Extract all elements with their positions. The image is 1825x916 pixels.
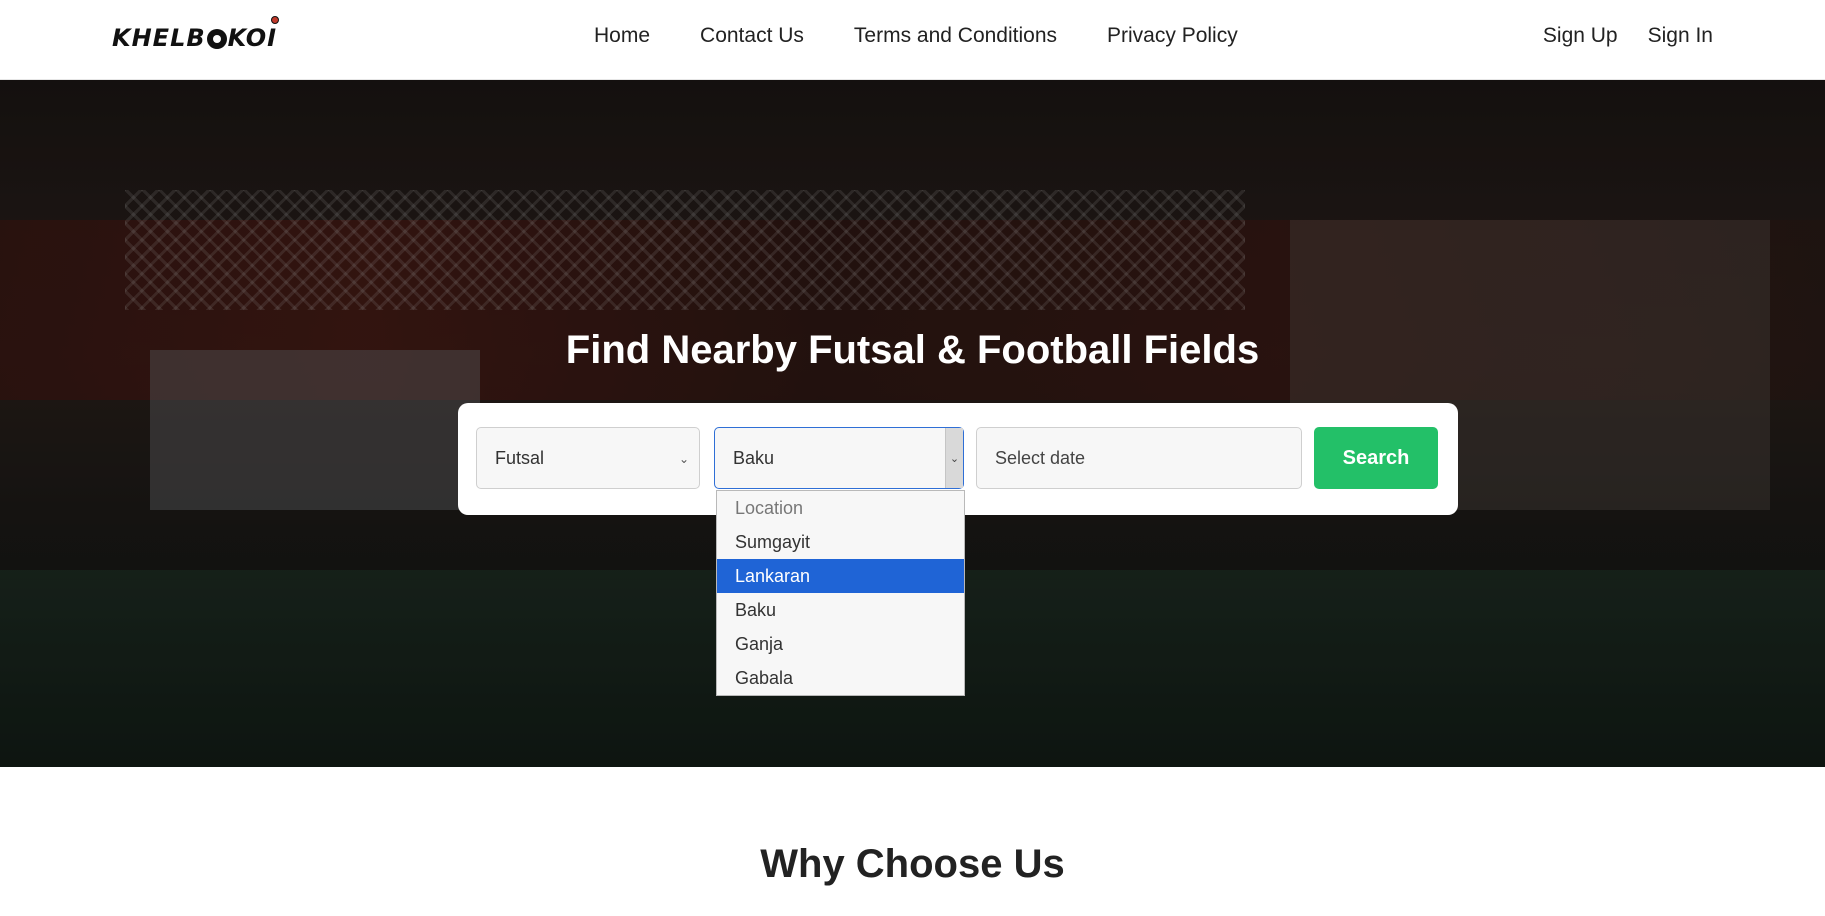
location-option[interactable]: Baku [717,593,964,627]
location-option[interactable]: Sumgayit [717,525,964,559]
sign-in-link[interactable]: Sign In [1648,24,1713,48]
brand-logo[interactable]: KHELB KOI [112,16,280,58]
location-pin-icon [271,16,280,24]
date-input[interactable]: Select date [976,427,1302,489]
date-input-placeholder: Select date [995,447,1086,468]
sport-select-value: Futsal [495,447,545,468]
location-option-highlighted[interactable]: Lankaran [717,559,964,593]
main-nav: Home Contact Us Terms and Conditions Pri… [594,24,1288,48]
location-select-value: Baku [733,447,775,468]
navbar: KHELB KOI Home Contact Us Terms and Condi… [0,0,1825,80]
nav-privacy-policy[interactable]: Privacy Policy [1107,24,1238,48]
hero-title: Find Nearby Futsal & Football Fields [565,328,1260,372]
nav-terms[interactable]: Terms and Conditions [854,24,1057,48]
nav-home[interactable]: Home [594,24,650,48]
sign-up-link[interactable]: Sign Up [1543,24,1618,48]
football-icon [206,29,227,49]
location-option[interactable]: Gabala [717,661,964,695]
location-option[interactable]: Location [717,491,964,525]
chevron-down-icon: ⌄ [945,428,963,488]
location-dropdown-list: Location Sumgayit Lankaran Baku Ganja Ga… [716,490,965,696]
chevron-down-icon: ⌄ [678,452,689,466]
logo-text: KHELB KOI [112,24,278,52]
location-select[interactable]: Baku ⌄ [714,427,964,489]
location-option[interactable]: Ganja [717,627,964,661]
nav-contact-us[interactable]: Contact Us [700,24,804,48]
search-button[interactable]: Search [1314,427,1438,489]
why-choose-us-heading: Why Choose Us [760,842,1065,886]
sport-select[interactable]: Futsal ⌄ [476,427,700,489]
auth-nav: Sign Up Sign In [1513,24,1713,48]
